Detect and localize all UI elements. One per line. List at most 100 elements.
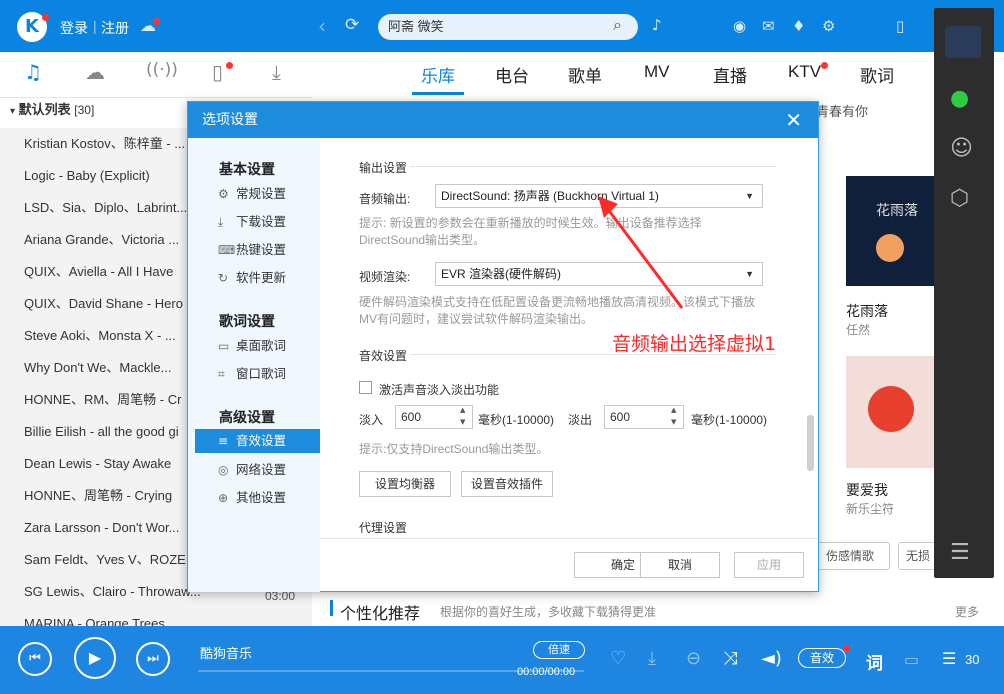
- card-title[interactable]: 花雨落: [846, 301, 888, 321]
- tab-ktv[interactable]: KTV: [788, 62, 821, 82]
- lyrics-button[interactable]: 词: [866, 649, 883, 674]
- device-dot: [226, 62, 233, 69]
- register-link[interactable]: 注册: [101, 18, 129, 38]
- playlist-count: [30]: [74, 103, 95, 117]
- video-render-label: 视频渲染:: [359, 270, 411, 284]
- like-icon[interactable]: ♡: [610, 648, 626, 669]
- prev-button[interactable]: ⏮: [18, 642, 52, 676]
- arrow-line: [602, 203, 684, 309]
- effect-plugin-button[interactable]: 设置音效插件: [461, 471, 553, 497]
- fade-in-label: 淡入: [359, 413, 384, 427]
- nav-sound-effects[interactable]: ≡ 音效设置: [195, 429, 320, 453]
- tab-lyrics[interactable]: 歌词: [860, 62, 894, 87]
- proxy-section-title: 代理设置: [359, 521, 408, 535]
- search-input[interactable]: 阿斋 微笑: [378, 14, 638, 40]
- skin-icon[interactable]: ♦: [792, 17, 805, 35]
- tab-radio[interactable]: 电台: [495, 62, 529, 87]
- fade-label: 激活声音淡入淡出功能: [379, 383, 500, 397]
- ktv-dot: [821, 62, 828, 69]
- nav-other[interactable]: ⊕ 其他设置: [218, 486, 344, 510]
- search-icon[interactable]: ⌕: [613, 15, 622, 35]
- tab-library[interactable]: 乐库: [421, 62, 455, 87]
- spin-up-icon[interactable]: ▲: [460, 406, 465, 414]
- desktop-icon: ▭: [218, 339, 230, 353]
- contacts-icon[interactable]: ☺: [950, 136, 973, 161]
- nav-general[interactable]: ⚙ 常规设置: [218, 182, 344, 206]
- speed-button[interactable]: 倍速: [533, 641, 585, 659]
- mini-mode-icon[interactable]: ▯: [896, 17, 904, 35]
- login-link[interactable]: 登录: [60, 18, 88, 38]
- album-cover[interactable]: 花雨落: [846, 176, 934, 286]
- audio-output-label: 音频输出:: [359, 192, 411, 206]
- spin-up-icon[interactable]: ▲: [671, 406, 676, 414]
- play-button[interactable]: ▶: [74, 637, 116, 679]
- message-icon[interactable]: ✉: [762, 17, 775, 35]
- scrollbar[interactable]: [807, 415, 814, 471]
- playlist-icon[interactable]: ☰: [942, 649, 956, 668]
- shuffle-icon[interactable]: ⤨: [723, 648, 737, 669]
- chat-icon[interactable]: ●: [950, 86, 969, 111]
- nav-update[interactable]: ↻ 软件更新: [218, 266, 344, 290]
- apply-button[interactable]: 应用: [734, 552, 804, 578]
- album-cover[interactable]: [846, 356, 934, 468]
- fade-in-unit: 毫秒(1-10000): [478, 413, 555, 427]
- next-button[interactable]: ⏭: [136, 642, 170, 676]
- main-tabs: [312, 52, 934, 98]
- download-icon[interactable]: ⤓: [272, 60, 281, 84]
- update-icon: ↻: [218, 271, 229, 285]
- nav-network[interactable]: ◎ 网络设置: [218, 458, 344, 482]
- audio-hint-2: DirectSound输出类型。: [359, 233, 486, 247]
- download-icon[interactable]: ⤓: [648, 648, 656, 669]
- cloud-music-icon[interactable]: ☁: [85, 60, 105, 84]
- output-section-title: 输出设置: [359, 161, 408, 175]
- equalizer-icon: ≡: [218, 434, 229, 448]
- radio-icon[interactable]: ((·)): [146, 60, 178, 80]
- comment-icon[interactable]: ▭: [904, 650, 919, 669]
- more-icon[interactable]: ⊖: [686, 648, 701, 669]
- settings-icon[interactable]: ⚙: [822, 17, 835, 35]
- avatar[interactable]: [945, 26, 981, 58]
- effects-section-title: 音效设置: [359, 349, 408, 363]
- heart-balloon: [868, 386, 914, 432]
- other-icon: ⊕: [218, 491, 229, 505]
- music-icon[interactable]: ♫: [24, 60, 42, 84]
- tab-playlists[interactable]: 歌单: [568, 62, 602, 87]
- volume-icon[interactable]: ◄): [761, 648, 782, 669]
- effect-button[interactable]: 音效: [798, 648, 846, 668]
- video-hint-2: MV有问题时，建议尝试软件解码渲染输出。: [359, 312, 594, 326]
- time-display: 00:00/00:00: [517, 666, 576, 678]
- menu-icon[interactable]: ☰: [950, 540, 970, 565]
- section-subtitle: 根据你的喜好生成，多收藏下载猜得更准: [440, 605, 657, 619]
- back-icon[interactable]: ‹: [318, 14, 326, 38]
- tag-button[interactable]: 伤感情歌: [810, 542, 890, 570]
- microphone-icon[interactable]: ♪: [652, 16, 662, 34]
- record-icon[interactable]: ◉: [733, 17, 746, 35]
- nav-window-lyrics[interactable]: ⌗ 窗口歌词: [218, 362, 344, 386]
- cancel-button[interactable]: 取消: [640, 552, 720, 578]
- nav-heading-basic: 基本设置: [219, 161, 275, 177]
- nav-desktop-lyrics[interactable]: ▭ 桌面歌词: [218, 334, 344, 358]
- playlist-count-badge: 30: [965, 652, 980, 667]
- tab-mv[interactable]: MV: [644, 62, 670, 82]
- spin-down-icon[interactable]: ▼: [671, 418, 676, 426]
- more-link[interactable]: 更多: [955, 603, 979, 620]
- card-title[interactable]: 要爱我: [846, 480, 888, 500]
- list-item[interactable]: MARINA - Orange Trees: [0, 608, 312, 626]
- section-marker: [330, 600, 333, 616]
- card-artist[interactable]: 新乐尘符: [846, 500, 894, 517]
- tab-live[interactable]: 直播: [713, 62, 747, 87]
- box-icon[interactable]: ⬡: [950, 186, 969, 211]
- spin-down-icon[interactable]: ▼: [460, 418, 465, 426]
- nav-download[interactable]: ⤓ 下载设置: [218, 210, 344, 234]
- tag-button[interactable]: 无损: [898, 542, 938, 570]
- tab-underline: [412, 92, 464, 95]
- fade-checkbox[interactable]: [359, 381, 372, 394]
- refresh-icon[interactable]: ⟳: [345, 15, 359, 35]
- header-right-text: 青春有你: [816, 104, 869, 119]
- equalizer-button[interactable]: 设置均衡器: [359, 471, 451, 497]
- device-icon[interactable]: ▯: [212, 60, 223, 84]
- close-icon[interactable]: ✕: [785, 108, 802, 132]
- card-artist[interactable]: 任然: [846, 321, 870, 338]
- nav-hotkey[interactable]: ⌨热键设置: [218, 238, 344, 262]
- playlist-title: 默认列表: [18, 102, 71, 117]
